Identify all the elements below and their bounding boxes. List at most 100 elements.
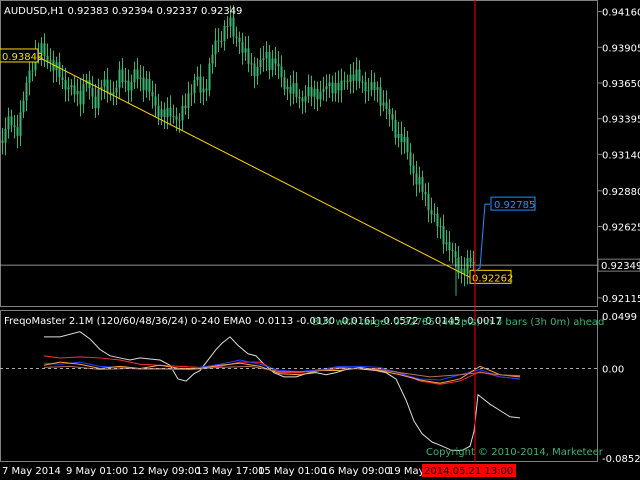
candle-body [271, 58, 274, 70]
candle-body [223, 25, 226, 42]
candle-body [439, 226, 442, 228]
candle-body [190, 93, 193, 95]
candle-body [112, 92, 115, 95]
candle-body [103, 79, 106, 87]
time-tick-label: 13 May 17:00 [196, 466, 265, 477]
candle-body [307, 87, 310, 97]
candle-body [265, 51, 268, 59]
candle-body [379, 87, 382, 106]
candle-body [61, 77, 64, 81]
candle-body [409, 152, 412, 166]
candle-body [313, 88, 316, 97]
candle-body [247, 48, 250, 64]
trendline-start-label: 0.93843 [2, 52, 43, 63]
candle-body [178, 119, 181, 121]
candle-body [187, 93, 190, 108]
price-tick-label: 0.93140 [602, 150, 640, 161]
candle-body [466, 257, 469, 274]
candle-body [394, 119, 397, 138]
candle-body [235, 36, 238, 38]
candle-body [136, 69, 139, 79]
time-tick-label: 16 May 09:00 [322, 466, 391, 477]
trading-chart[interactable]: 0.93843 0.92262 0.92785 AUDUSD,H1 0.92383 … [0, 0, 640, 480]
candle-body [49, 60, 52, 63]
candle-body [130, 82, 133, 91]
candle-body [370, 82, 373, 91]
candle-body [181, 105, 184, 121]
candle-body [382, 102, 385, 106]
candle-body [301, 98, 304, 102]
candle-body [391, 114, 394, 120]
candle-body [433, 214, 436, 216]
projection-label: 0.92785 [494, 200, 535, 211]
candle-body [7, 116, 10, 130]
candle-body [214, 40, 217, 55]
candle-body [403, 137, 406, 143]
candle-body [160, 109, 163, 117]
candle-body [244, 48, 247, 53]
candle-body [268, 51, 271, 70]
candle-body [220, 40, 223, 42]
candle-body [94, 96, 97, 109]
candle-body [319, 91, 322, 100]
candle-body [352, 74, 355, 81]
time-tick-label: 7 May 2014 [2, 466, 61, 477]
candle-body [325, 86, 328, 90]
candle-body [1, 140, 4, 143]
candle-body [154, 96, 157, 106]
candle-body [424, 191, 427, 195]
candle-body [139, 77, 142, 79]
candle-body [388, 108, 391, 115]
candle-body [400, 133, 403, 143]
candle-body [226, 25, 229, 27]
candle-body [304, 96, 307, 102]
candle-body [13, 125, 16, 128]
candle-body [142, 77, 145, 91]
candle-body [172, 116, 175, 118]
candle-body [79, 90, 82, 105]
candle-body [316, 88, 319, 100]
candle-body [358, 69, 361, 82]
candle-body [163, 109, 166, 118]
candle-body [445, 242, 448, 245]
candle-body [334, 83, 337, 94]
candle-body [91, 88, 94, 97]
candle-body [196, 76, 199, 81]
candle-body [169, 108, 172, 117]
candle-body [211, 54, 214, 64]
candle-body [337, 83, 340, 91]
cursor-time-label: 2014.05.21 13:00 [424, 466, 513, 477]
candle-body [175, 116, 178, 120]
candle-body [385, 102, 388, 109]
price-tick-label: 0.93650 [602, 79, 640, 90]
candle-body [454, 251, 457, 258]
candle-body [64, 80, 67, 90]
candle-body [436, 214, 439, 227]
price-tick-label: 0.92115 [602, 294, 640, 305]
candle-body [19, 112, 22, 136]
candle-body [295, 83, 298, 98]
price-tick-label: 0.93905 [602, 43, 640, 54]
price-tick-label: 0.92625 [602, 223, 640, 234]
time-axis: 7 May 2014 9 May 01:00 12 May 09:0013 May … [2, 464, 516, 477]
candle-body [418, 177, 421, 185]
candle-body [193, 80, 196, 94]
candle-body [250, 63, 253, 65]
candle-body [274, 58, 277, 64]
candle-body [76, 90, 79, 95]
candle-body [364, 81, 367, 91]
candle-body [430, 210, 433, 215]
candle-body [298, 97, 301, 99]
candle-body [199, 76, 202, 93]
candle-body [67, 87, 70, 90]
candle-body [97, 89, 100, 109]
candle-body [277, 63, 280, 67]
candle-body [208, 63, 211, 91]
candle-body [184, 105, 187, 108]
price-tick-label: 0.93395 [602, 115, 640, 126]
candle-body [43, 43, 46, 56]
candle-body [286, 86, 289, 90]
candle-body [238, 37, 241, 42]
candle-body [115, 87, 118, 93]
trendline-end-label: 0.92262 [472, 273, 513, 284]
